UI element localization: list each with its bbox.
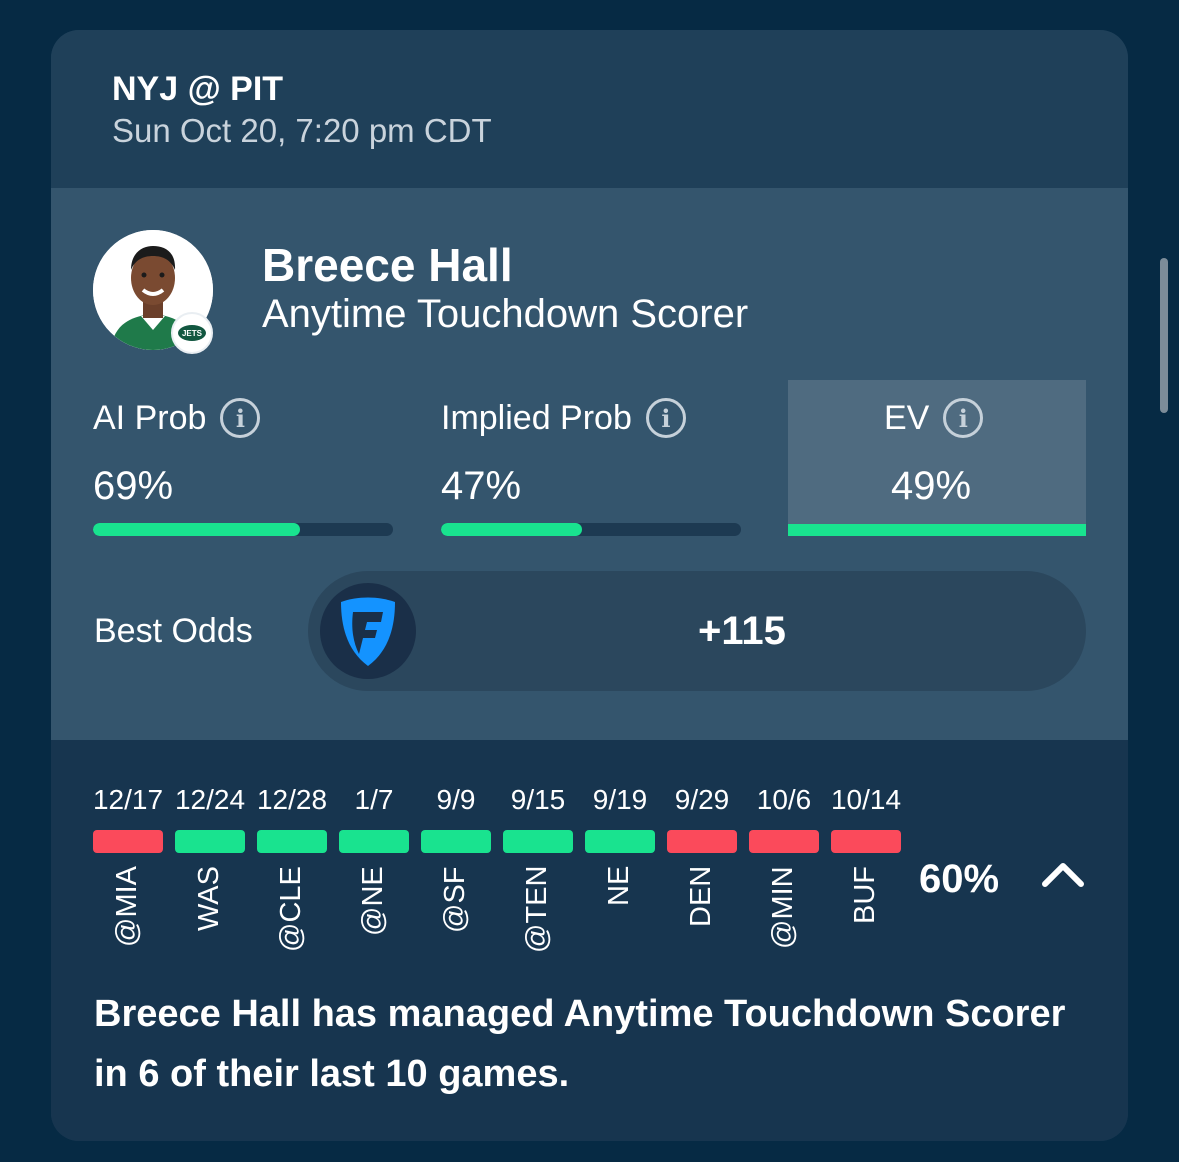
best-odds-button[interactable]: +115 — [308, 571, 1086, 691]
ev-stat: EV i 49% — [788, 380, 1086, 536]
info-icon[interactable]: i — [645, 398, 686, 438]
game-result-item: 9/19 NE — [585, 784, 655, 954]
team-badge-text: JETS — [182, 329, 203, 338]
implied-prob-bar-fill — [441, 523, 582, 536]
game-date: 10/14 — [830, 784, 902, 815]
best-odds-label: Best Odds — [94, 612, 253, 650]
ai-prob-bar-fill — [93, 523, 300, 536]
chevron-up-icon[interactable] — [1041, 858, 1085, 888]
game-opponent-label: NE — [603, 865, 635, 906]
game-result-bar — [831, 830, 901, 853]
game-result-item: 9/29 DEN — [667, 784, 737, 954]
game-result-item: 10/6 @MIN — [749, 784, 819, 954]
best-odds-value: +115 — [698, 609, 786, 653]
game-opponent-label: @TEN — [521, 865, 553, 953]
game-header: NYJ @ PIT Sun Oct 20, 7:20 pm CDT — [51, 30, 1128, 188]
game-result-item: 9/15 @TEN — [503, 784, 573, 954]
market-name: Anytime Touchdown Scorer — [262, 292, 749, 336]
hit-rate: 60% — [919, 857, 1000, 901]
implied-prob-stat: Implied Prob i 47% — [441, 380, 741, 536]
ev-label: EV — [884, 398, 930, 437]
ai-prob-label: AI Prob — [93, 398, 207, 437]
game-datetime: Sun Oct 20, 7:20 pm CDT — [112, 112, 492, 149]
game-opponent-label: BUF — [849, 866, 881, 924]
game-result-item: 10/14 BUF — [831, 784, 901, 954]
game-result-bar — [667, 830, 737, 853]
game-date: 9/9 — [436, 784, 476, 815]
game-result-bar — [749, 830, 819, 853]
game-opponent-label: @NE — [357, 866, 389, 936]
ev-bar — [788, 524, 1086, 536]
player-name: Breece Hall — [262, 239, 513, 291]
ai-prob-value: 69% — [93, 464, 174, 508]
game-opponent-label: @MIA — [111, 866, 143, 947]
game-opponent-label: @MIN — [767, 866, 799, 949]
prop-card[interactable]: NYJ @ PIT Sun Oct 20, 7:20 pm CDT JETS B… — [51, 30, 1128, 1141]
game-date: 12/24 — [174, 784, 246, 815]
info-icon[interactable]: i — [943, 398, 984, 438]
team-logo-icon: JETS — [171, 312, 213, 354]
ai-prob-stat: AI Prob i 69% — [93, 380, 393, 536]
ai-prob-bar — [93, 523, 393, 536]
game-result-bar — [175, 830, 245, 853]
player-panel: JETS Breece Hall Anytime Touchdown Score… — [51, 188, 1128, 740]
game-result-bar — [585, 830, 655, 853]
game-date: 1/7 — [354, 784, 394, 815]
game-date: 9/15 — [510, 784, 566, 815]
game-result-item: 1/7 @NE — [339, 784, 409, 954]
game-opponent-label: WAS — [193, 866, 225, 931]
game-result-item: 12/17 @MIA — [93, 784, 163, 954]
history-summary: Breece Hall has managed Anytime Touchdow… — [94, 993, 1066, 1095]
game-result-item: 12/28 @CLE — [257, 784, 327, 954]
recent-games-section: 12/17 @MIA 12/24 WAS 12/28 @CLE 1/7 @NE 9/9 @SF 9/… — [51, 740, 1128, 1141]
game-opponent-label: @CLE — [275, 866, 307, 952]
game-date: 10/6 — [756, 784, 812, 815]
game-opponent-label: DEN — [685, 865, 717, 927]
info-icon[interactable]: i — [220, 398, 261, 438]
fanduel-shield-icon — [320, 583, 416, 679]
implied-prob-label: Implied Prob — [441, 398, 632, 437]
game-result-bar — [421, 830, 491, 853]
game-result-bar — [257, 830, 327, 853]
game-date: 12/28 — [256, 784, 328, 815]
game-result-bar — [503, 830, 573, 853]
game-matchup: NYJ @ PIT — [112, 70, 284, 108]
implied-prob-bar — [441, 523, 741, 536]
game-date: 12/17 — [92, 784, 164, 815]
game-result-bar — [93, 830, 163, 853]
ev-value: 49% — [891, 464, 972, 508]
game-opponent-label: @SF — [439, 866, 471, 934]
game-result-item: 12/24 WAS — [175, 784, 245, 954]
game-result-bar — [339, 830, 409, 853]
implied-prob-value: 47% — [441, 464, 522, 508]
game-result-item: 9/9 @SF — [421, 784, 491, 954]
scrollbar[interactable] — [1160, 258, 1168, 413]
game-date: 9/29 — [674, 784, 730, 815]
game-date: 9/19 — [592, 784, 648, 815]
